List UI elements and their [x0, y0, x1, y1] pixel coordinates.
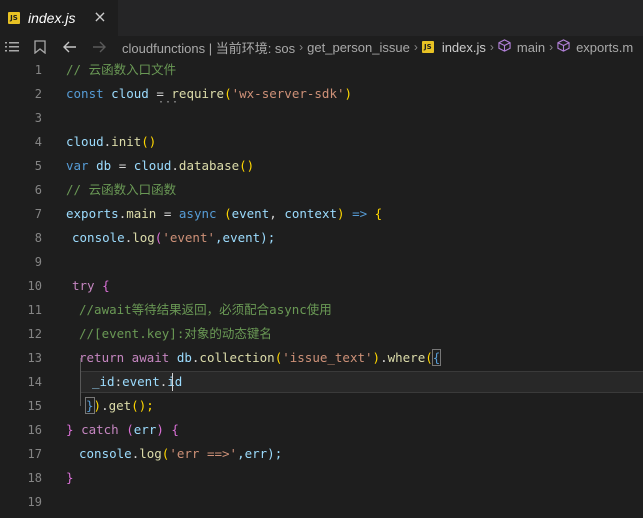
chevron-right-icon: › [549, 40, 554, 54]
symbol-cube-icon [498, 39, 511, 55]
forward-arrow-icon[interactable] [91, 36, 107, 58]
code-line-17: 17 console.log('err ==>',err); [27, 446, 283, 461]
code-line-4: 4 cloud.init() [34, 134, 157, 149]
code-line-6: 6// 云函数入口函数 [34, 182, 177, 197]
code-line-11: 11//await等待结果返回，必须配合async使用 [27, 302, 332, 317]
code-line-12: 12//[event.key]:对象的动态键名 [27, 326, 272, 341]
code-line-9: 9 [34, 255, 42, 269]
back-arrow-icon[interactable] [62, 36, 78, 58]
breadcrumb-item-cloudfunctions[interactable]: cloudfunctions | 当前环境: sos [122, 38, 295, 57]
symbol-cube-icon [557, 39, 570, 55]
list-icon[interactable] [4, 36, 20, 58]
chevron-right-icon: › [489, 40, 494, 54]
code-line-3: 3 [34, 111, 42, 125]
code-line-2: 2 const cloud = require('wx-server-sdk') [34, 86, 353, 101]
tab-bar: JS index.js × [0, 0, 643, 36]
breadcrumb-item-main[interactable]: main [517, 40, 545, 55]
breadcrumb: cloudfunctions | 当前环境: sos › get_person_… [122, 36, 633, 58]
code-line-10: 10 try { [27, 278, 110, 293]
code-line-5: 5 var db = cloud.database() [34, 158, 255, 173]
code-line-15: 15}).get(); [27, 397, 154, 414]
breadcrumb-bar: cloudfunctions | 当前环境: sos › get_person_… [0, 36, 643, 58]
code-line-1: 1// 云函数入口文件 [34, 62, 177, 77]
breadcrumb-item-folder[interactable]: get_person_issue [307, 40, 410, 55]
tab-index-js[interactable]: JS index.js × [0, 0, 118, 36]
tab-label: index.js [28, 10, 76, 26]
code-line-7: 7 exports.main = async (event, context) =… [34, 206, 383, 221]
chevron-right-icon: › [299, 40, 304, 54]
text-cursor [172, 373, 173, 391]
code-line-16: 16} catch (err) { [27, 422, 179, 437]
code-editor[interactable]: ··· 1// 云函数入口文件 2 const cloud = require('… [0, 58, 643, 518]
code-line-19: 19 [27, 495, 42, 509]
javascript-file-icon: JS [421, 41, 434, 53]
code-line-8: 8 console.log('event',event); [34, 230, 276, 245]
code-line-13: 13 return await db.collection('issue_text… [27, 349, 442, 366]
code-line-18: 18} [27, 470, 74, 485]
code-line-14: 14 _id:event.id [27, 374, 183, 389]
breadcrumb-item-exports-main[interactable]: exports.m [576, 40, 633, 55]
javascript-file-icon: JS [8, 12, 20, 24]
bookmark-icon[interactable] [33, 36, 47, 58]
close-icon[interactable]: × [92, 9, 108, 25]
chevron-right-icon: › [413, 40, 418, 54]
breadcrumb-item-file[interactable]: index.js [442, 40, 486, 55]
